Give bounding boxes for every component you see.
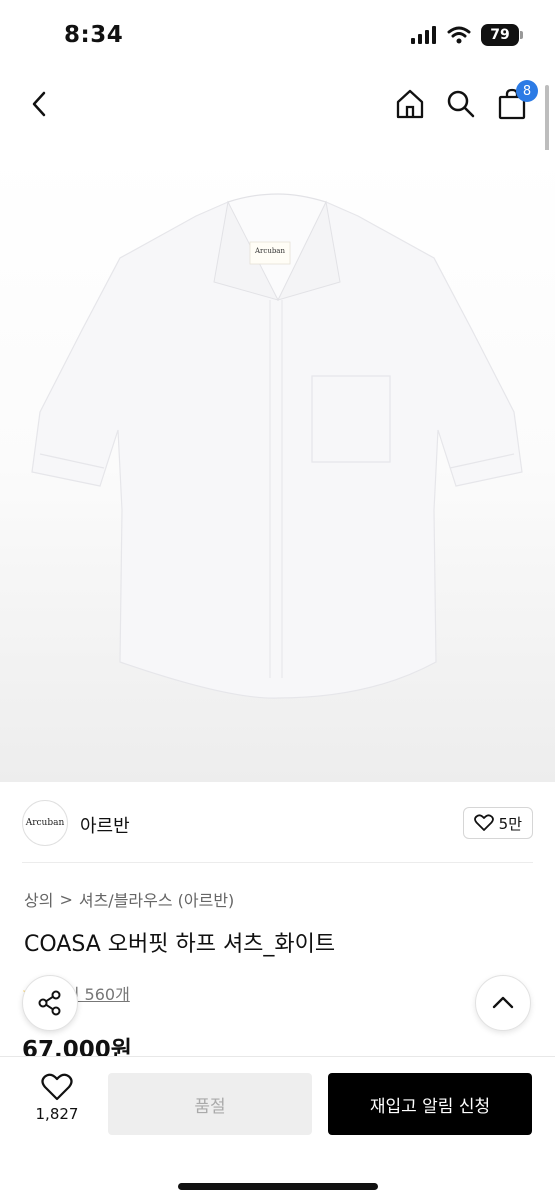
breadcrumb-separator: > (59, 889, 73, 909)
sold-out-button: 품절 (108, 1073, 312, 1135)
chevron-left-icon (32, 91, 46, 117)
cart-button[interactable]: 8 (492, 80, 538, 124)
share-button[interactable] (22, 975, 78, 1031)
wishlist-button[interactable]: 1,827 (22, 1073, 92, 1137)
battery-level: 79 (490, 27, 510, 43)
product-image[interactable]: Arcuban (0, 150, 555, 782)
brand-like-button[interactable]: 5만 (462, 807, 533, 839)
breadcrumb-category[interactable]: 상의 (24, 887, 53, 911)
bottom-action-bar: 1,827 품절 재입고 알림 신청 (0, 1056, 555, 1200)
brand-like-count: 5만 (498, 814, 522, 833)
brand-logo[interactable]: Arcuban (22, 800, 68, 846)
top-nav: 8 (0, 78, 555, 134)
shirt-illustration (31, 193, 523, 699)
heart-icon (41, 1073, 73, 1101)
shirt-label-text: Arcuban (255, 247, 285, 255)
chevron-up-icon (492, 996, 514, 1009)
wishlist-count: 1,827 (35, 1105, 79, 1123)
status-time: 8:34 (64, 22, 124, 48)
battery-indicator: 79 (481, 24, 523, 46)
home-icon (396, 89, 424, 119)
signal-icon (411, 26, 436, 44)
brand-name[interactable]: 아르반 (80, 812, 130, 838)
status-bar: 8:34 79 (0, 0, 555, 72)
divider (22, 862, 533, 863)
search-icon (447, 90, 475, 118)
status-icons: 79 (411, 24, 523, 46)
breadcrumb-subcategory[interactable]: 셔츠/블라우스 (아르반) (79, 887, 234, 911)
heart-icon (473, 814, 494, 831)
back-button[interactable] (20, 84, 60, 124)
restock-alert-button[interactable]: 재입고 알림 신청 (328, 1073, 532, 1135)
share-icon (38, 990, 61, 1016)
scroll-to-top-button[interactable] (475, 975, 531, 1031)
brand-logo-text: Arcuban (25, 818, 65, 828)
brand-row: Arcuban 아르반 5만 (22, 800, 533, 848)
home-indicator[interactable] (178, 1183, 378, 1190)
product-title: COASA 오버핏 하프 셔츠_화이트 (24, 932, 336, 957)
home-button[interactable] (390, 84, 430, 124)
cart-count-badge: 8 (516, 80, 538, 102)
wifi-icon (447, 26, 471, 44)
search-button[interactable] (441, 84, 481, 124)
breadcrumb: 상의 > 셔츠/블라우스 (아르반) (24, 887, 234, 911)
